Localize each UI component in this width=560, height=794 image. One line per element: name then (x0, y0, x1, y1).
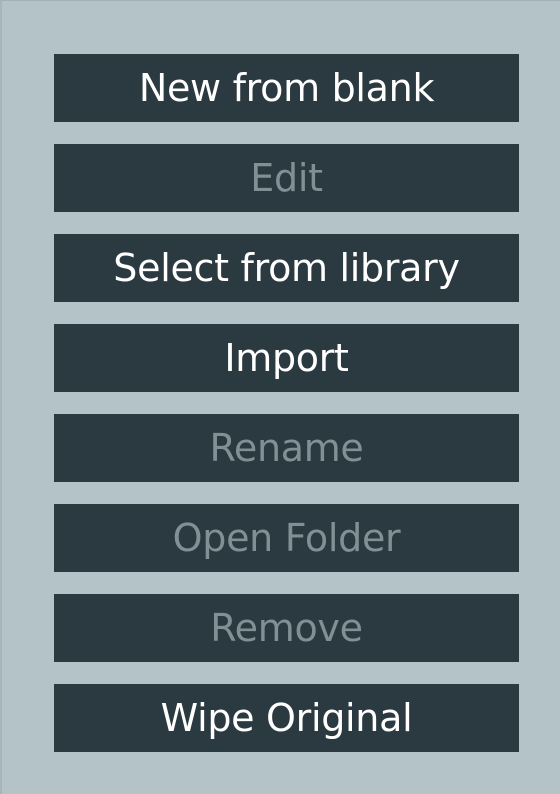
wipe-original-button[interactable]: Wipe Original (54, 684, 519, 752)
new-from-blank-button[interactable]: New from blank (54, 54, 519, 122)
select-from-library-button[interactable]: Select from library (54, 234, 519, 302)
rename-button[interactable]: Rename (54, 414, 519, 482)
import-button[interactable]: Import (54, 324, 519, 392)
remove-button[interactable]: Remove (54, 594, 519, 662)
edit-button[interactable]: Edit (54, 144, 519, 212)
open-folder-button[interactable]: Open Folder (54, 504, 519, 572)
action-menu-panel: New from blank Edit Select from library … (0, 0, 560, 794)
